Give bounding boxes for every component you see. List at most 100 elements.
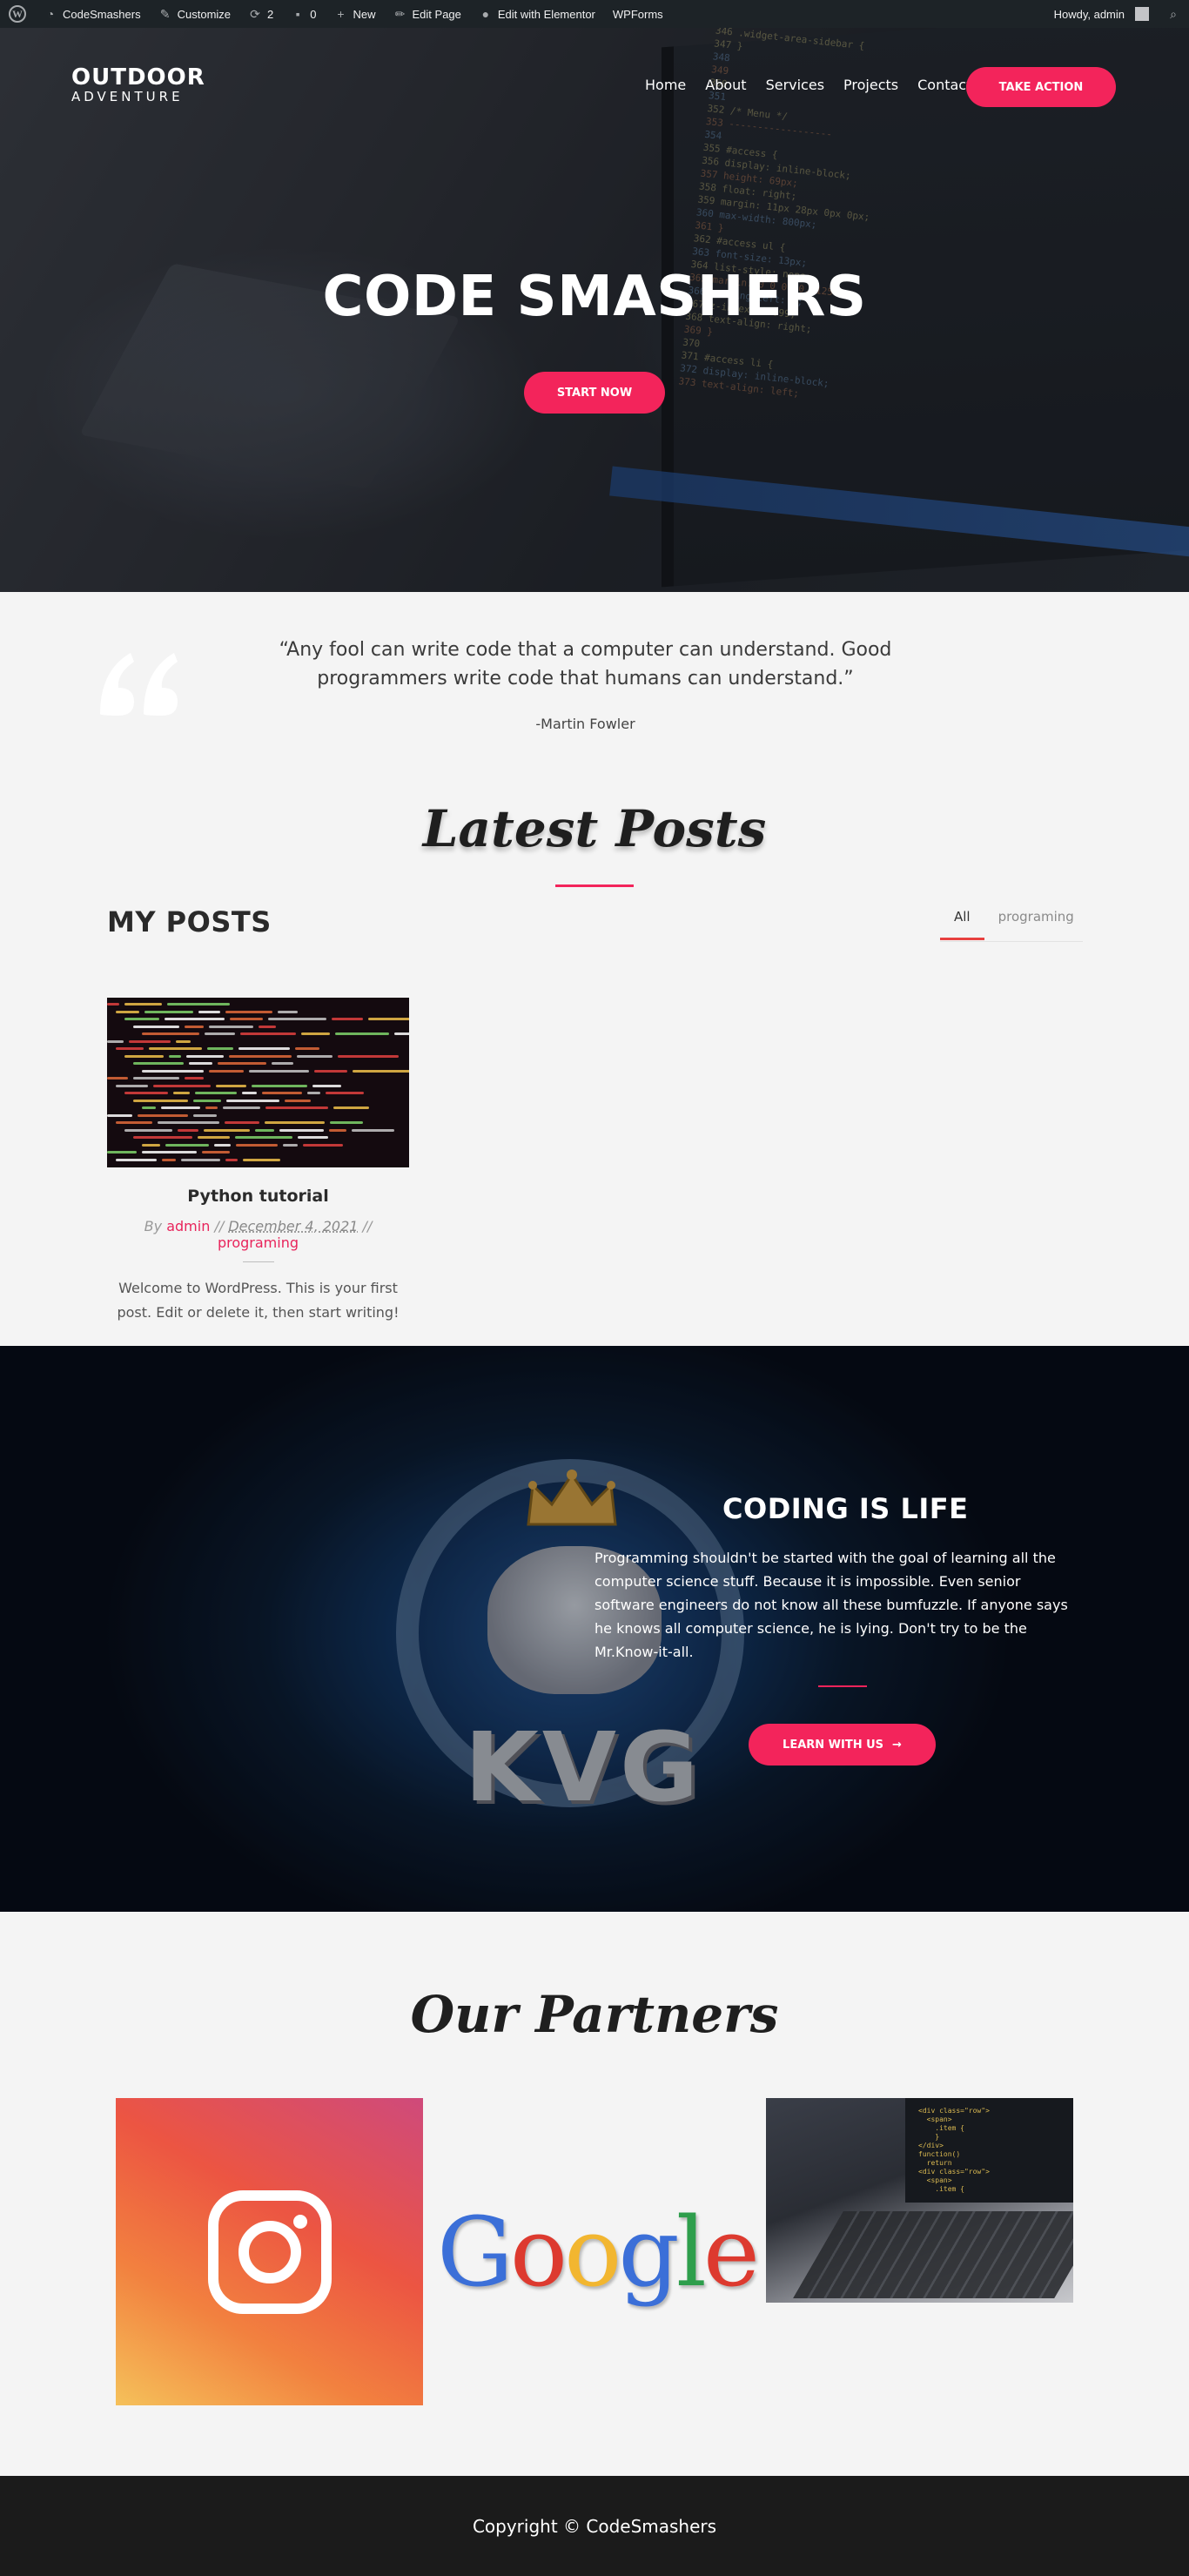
thumbnail-code-segment [265, 1121, 325, 1124]
thumbnail-code-segment [265, 1106, 328, 1109]
meta-separator: // [362, 1218, 373, 1234]
thumbnail-code-segment [124, 1018, 159, 1020]
thumbnail-code-segment [243, 1158, 280, 1161]
thumbnail-code-segment [249, 1069, 309, 1073]
search-button[interactable]: ⌕ [1158, 0, 1189, 28]
thumbnail-code-segment [116, 1121, 152, 1124]
thumbnail-code-segment [142, 1151, 197, 1153]
google-wordmark: Google [436, 2196, 760, 2308]
thumbnail-code-segment [216, 1084, 246, 1087]
thumbnail-code-segment [185, 1025, 204, 1028]
thumbnail-code-segment [133, 1099, 188, 1102]
new-content-button[interactable]: + New [326, 0, 385, 28]
thumbnail-code-segment [161, 1106, 200, 1109]
take-action-button[interactable]: TAKE ACTION [966, 67, 1116, 107]
thumbnail-code-segment [268, 1018, 326, 1020]
thumbnail-code-segment [133, 1025, 179, 1028]
comments-button[interactable]: ▪ 0 [282, 0, 325, 28]
thumbnail-code-segment [326, 1092, 364, 1094]
thumbnail-code-segment [107, 1003, 119, 1006]
thumbnail-code-segment [314, 1069, 347, 1073]
nav-item-services[interactable]: Services [756, 77, 834, 93]
coding-text: Programming shouldn't be started with th… [594, 1550, 1068, 1660]
thumbnail-code-segment [107, 1151, 137, 1153]
thumbnail-code-segment [394, 1032, 409, 1035]
thumbnail-code-segment [225, 1010, 272, 1013]
post-filter-tabs: All programing [940, 904, 1083, 942]
thumbnail-code-segment [138, 1113, 188, 1117]
quote-icon [100, 653, 178, 716]
thumbnail-code-segment [259, 1025, 276, 1028]
thumbnail-code-segment [335, 1032, 389, 1035]
post-date[interactable]: December 4, 2021 [228, 1218, 358, 1234]
thumbnail-code-segment [329, 1128, 346, 1132]
post-author-link[interactable]: admin [166, 1218, 210, 1234]
thumbnail-code-segment [238, 1047, 290, 1050]
thumbnail-code-segment [124, 1003, 162, 1006]
latest-posts-heading: Latest Posts [422, 799, 767, 858]
updates-button[interactable]: ⟳ 2 [239, 0, 282, 28]
laptop-partner-image[interactable]: <div class="row"> <span> .item { } </div>… [766, 2098, 1073, 2303]
thumbnail-code-segment [298, 1136, 328, 1139]
edit-page-button[interactable]: ✏ Edit Page [385, 0, 470, 28]
thumbnail-code-segment [181, 1158, 220, 1161]
nav-item-projects[interactable]: Projects [834, 77, 908, 93]
logo-title: OUTDOOR [71, 64, 205, 91]
plus-icon: + [337, 7, 345, 21]
thumbnail-code-segment [202, 1151, 230, 1153]
post-title[interactable]: Python tutorial [107, 1187, 409, 1206]
thumbnail-code-segment [235, 1136, 292, 1139]
coding-section: KVG CODING IS LIFE Programming shouldn't… [0, 1346, 1189, 1912]
post-by-label: By [144, 1218, 163, 1234]
thumbnail-code-segment [303, 1143, 343, 1147]
quote-author: -Martin Fowler [535, 716, 635, 732]
brush-icon: ✎ [159, 6, 171, 21]
wordpress-logo-button[interactable]: W [0, 0, 35, 28]
thumbnail-code-segment [368, 1018, 409, 1020]
post-card: Python tutorial By admin // December 4, … [107, 998, 409, 1325]
site-logo[interactable]: OUTDOOR ADVENTURE [71, 64, 205, 104]
thumbnail-code-segment [142, 1069, 204, 1073]
thumbnail-code-segment [193, 1099, 221, 1102]
account-button[interactable]: Howdy, admin [1045, 0, 1158, 28]
thumbnail-code-segment [229, 1054, 292, 1058]
thumbnail-code-segment [129, 1039, 171, 1043]
post-thumbnail[interactable] [107, 998, 409, 1167]
quote-text: “Any fool can write code that a computer… [279, 639, 892, 689]
wordpress-icon: W [9, 5, 26, 23]
post-category-link[interactable]: programing [218, 1234, 299, 1251]
arrow-right-icon: → [892, 1738, 902, 1752]
post-excerpt: Welcome to WordPress. This is your first… [117, 1280, 400, 1321]
instagram-partner-logo[interactable] [116, 2098, 423, 2405]
new-label: New [353, 7, 376, 21]
nav-item-home[interactable]: Home [635, 77, 695, 93]
wpforms-label: WPForms [612, 7, 663, 21]
google-partner-logo[interactable]: Google [437, 2098, 760, 2405]
thumbnail-code-segment [116, 1084, 148, 1087]
edit-elementor-button[interactable]: ● Edit with Elementor [470, 0, 604, 28]
nav-item-about[interactable]: About [695, 77, 756, 93]
filter-tab-programing[interactable]: programing [984, 904, 1088, 940]
customize-button[interactable]: ✎ Customize [150, 0, 239, 28]
thumbnail-code-segment [198, 1010, 220, 1013]
thumbnail-code-segment [225, 1158, 238, 1161]
thumbnail-code-segment [142, 1143, 160, 1147]
google-letter: G [436, 2196, 514, 2308]
main-nav: Home About Services Projects Contact [635, 77, 981, 93]
thumbnail-code-segment [178, 1128, 198, 1132]
wp-admin-bar: W ◔ CodeSmashers ✎ Customize ⟳ 2 ▪ 0 + N… [0, 0, 1189, 28]
learn-with-us-button[interactable]: LEARN WITH US → [749, 1724, 936, 1766]
site-name-button[interactable]: ◔ CodeSmashers [35, 0, 150, 28]
thumbnail-code-segment [133, 1136, 192, 1139]
start-now-button[interactable]: START NOW [524, 372, 665, 414]
thumbnail-code-segment [279, 1128, 324, 1132]
thumbnail-code-segment [173, 1092, 190, 1094]
thumbnail-code-segment [252, 1084, 307, 1087]
wpforms-button[interactable]: WPForms [604, 0, 672, 28]
thumbnail-code-segment [307, 1092, 320, 1094]
heading-divider [555, 884, 634, 887]
learn-button-label: LEARN WITH US [783, 1738, 884, 1752]
filter-tab-all[interactable]: All [940, 904, 984, 940]
thumbnail-code-segment [230, 1018, 263, 1020]
thumbnail-code-segment [116, 1158, 157, 1161]
